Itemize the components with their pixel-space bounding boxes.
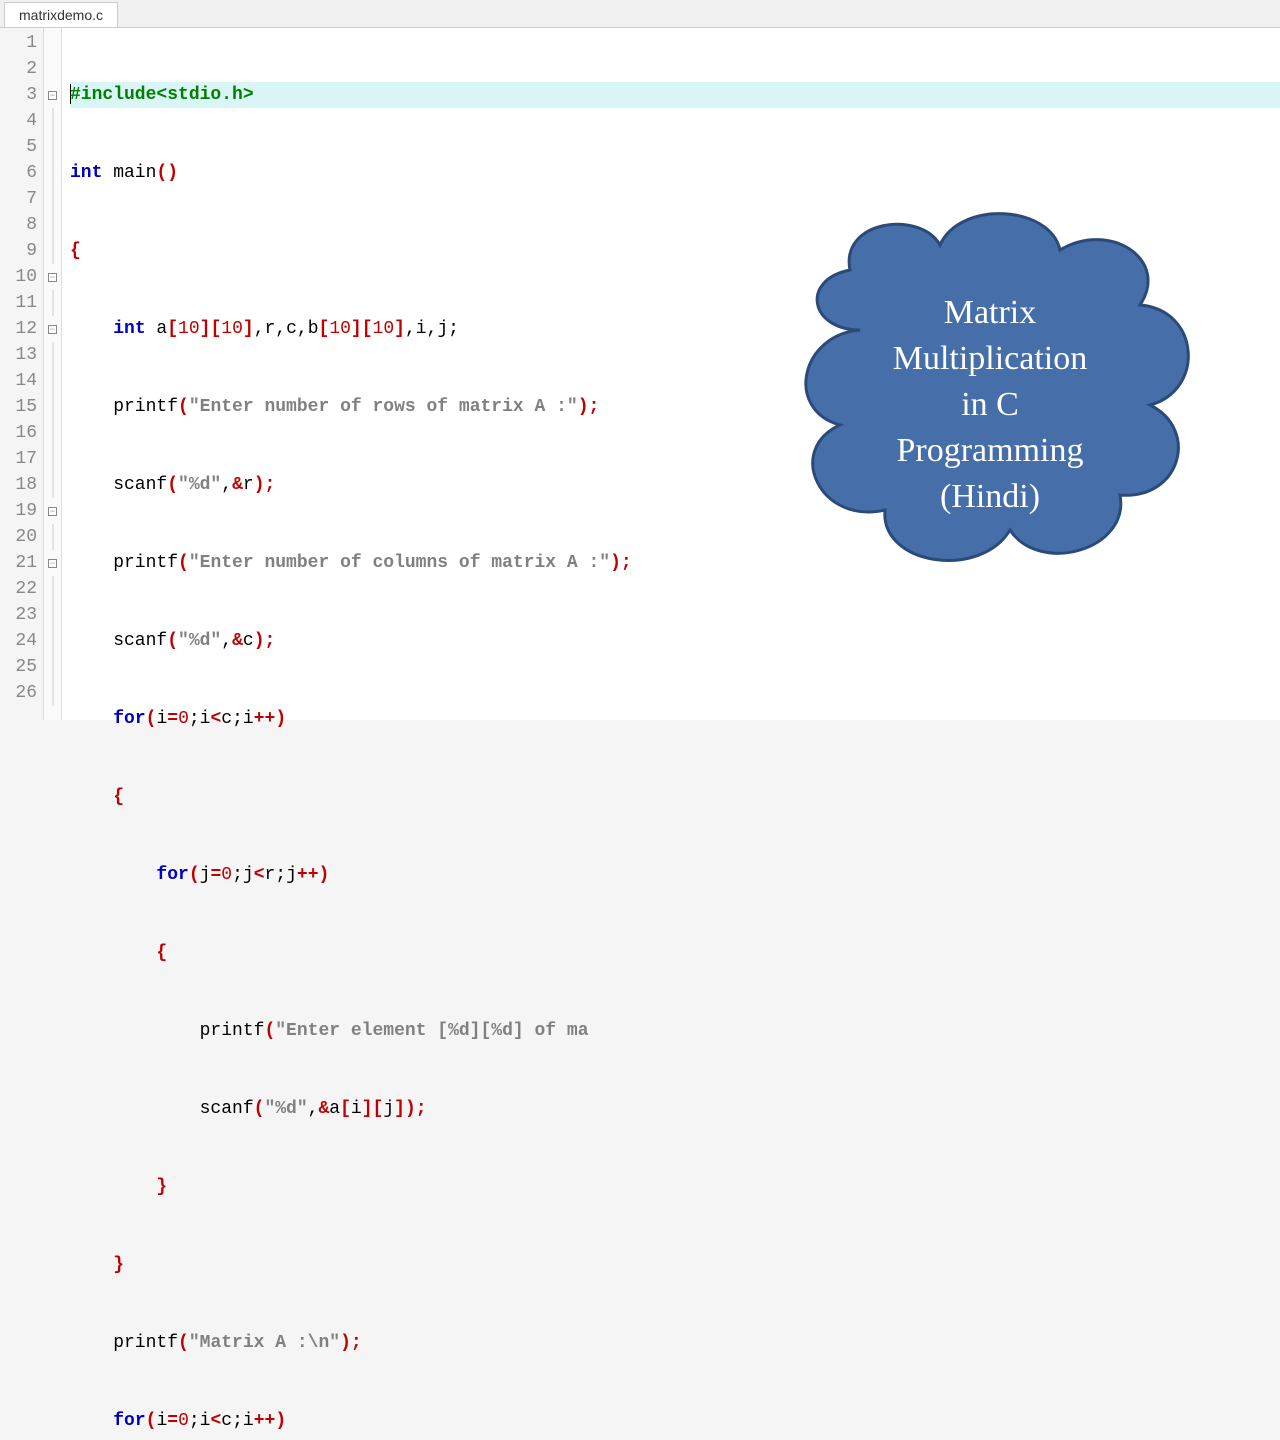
code-line[interactable]: scanf("%d",&r); bbox=[70, 472, 1280, 498]
fold-guide bbox=[44, 290, 61, 316]
line-number: 17 bbox=[0, 446, 43, 472]
fold-guide bbox=[44, 368, 61, 394]
code-line[interactable]: for(i=0;i<c;i++) bbox=[70, 1408, 1280, 1434]
line-number: 11 bbox=[0, 290, 43, 316]
line-number: 4 bbox=[0, 108, 43, 134]
line-number: 2 bbox=[0, 56, 43, 82]
fold-guide bbox=[44, 680, 61, 706]
tab-bar: matrixdemo.c bbox=[0, 0, 1280, 28]
code-line[interactable]: scanf("%d",&a[i][j]); bbox=[70, 1096, 1280, 1122]
line-number: 7 bbox=[0, 186, 43, 212]
fold-guide bbox=[44, 472, 61, 498]
code-line[interactable]: printf("Enter number of columns of matri… bbox=[70, 550, 1280, 576]
line-number: 24 bbox=[0, 628, 43, 654]
line-number: 20 bbox=[0, 524, 43, 550]
fold-guide bbox=[44, 446, 61, 472]
fold-column: − − − − − bbox=[44, 28, 62, 720]
code-line[interactable]: for(j=0;j<r;j++) bbox=[70, 862, 1280, 888]
code-area[interactable]: #include<stdio.h> int main() { int a[10]… bbox=[62, 28, 1280, 720]
fold-guide bbox=[44, 654, 61, 680]
code-line[interactable]: printf("Enter number of rows of matrix A… bbox=[70, 394, 1280, 420]
fold-guide bbox=[44, 342, 61, 368]
fold-guide bbox=[44, 394, 61, 420]
fold-guide bbox=[44, 186, 61, 212]
code-editor[interactable]: 1234567891011121314151617181920212223242… bbox=[0, 28, 1280, 720]
fold-guide bbox=[44, 576, 61, 602]
code-line[interactable]: { bbox=[70, 940, 1280, 966]
line-number: 14 bbox=[0, 368, 43, 394]
line-number: 13 bbox=[0, 342, 43, 368]
line-number: 15 bbox=[0, 394, 43, 420]
fold-guide bbox=[44, 524, 61, 550]
fold-toggle-icon[interactable]: − bbox=[44, 264, 61, 290]
line-number: 1 bbox=[0, 30, 43, 56]
line-number: 8 bbox=[0, 212, 43, 238]
fold-toggle-icon[interactable]: − bbox=[44, 550, 61, 576]
fold-toggle-icon[interactable]: − bbox=[44, 498, 61, 524]
code-line[interactable]: } bbox=[70, 1252, 1280, 1278]
fold-guide bbox=[44, 238, 61, 264]
fold-guide bbox=[44, 134, 61, 160]
fold-toggle-icon[interactable]: − bbox=[44, 316, 61, 342]
code-line[interactable]: for(i=0;i<c;i++) bbox=[70, 706, 1280, 732]
code-line[interactable]: scanf("%d",&c); bbox=[70, 628, 1280, 654]
fold-empty bbox=[44, 56, 61, 82]
line-number: 16 bbox=[0, 420, 43, 446]
line-number: 23 bbox=[0, 602, 43, 628]
line-number: 21 bbox=[0, 550, 43, 576]
fold-guide bbox=[44, 160, 61, 186]
line-number: 19 bbox=[0, 498, 43, 524]
code-line[interactable]: #include<stdio.h> bbox=[70, 82, 1280, 108]
line-number: 6 bbox=[0, 160, 43, 186]
line-number: 22 bbox=[0, 576, 43, 602]
line-number: 5 bbox=[0, 134, 43, 160]
line-number: 25 bbox=[0, 654, 43, 680]
code-line[interactable]: int main() bbox=[70, 160, 1280, 186]
fold-guide bbox=[44, 108, 61, 134]
line-number-gutter: 1234567891011121314151617181920212223242… bbox=[0, 28, 44, 720]
fold-guide bbox=[44, 420, 61, 446]
fold-empty bbox=[44, 30, 61, 56]
code-line[interactable]: { bbox=[70, 784, 1280, 810]
fold-guide bbox=[44, 602, 61, 628]
code-line[interactable]: printf("Enter element [%d][%d] of ma bbox=[70, 1018, 1280, 1044]
fold-guide bbox=[44, 628, 61, 654]
line-number: 9 bbox=[0, 238, 43, 264]
line-number: 10 bbox=[0, 264, 43, 290]
line-number: 18 bbox=[0, 472, 43, 498]
code-line[interactable]: } bbox=[70, 1174, 1280, 1200]
fold-toggle-icon[interactable]: − bbox=[44, 82, 61, 108]
code-line[interactable]: printf("Matrix A :\n"); bbox=[70, 1330, 1280, 1356]
line-number: 3 bbox=[0, 82, 43, 108]
fold-guide bbox=[44, 212, 61, 238]
line-number: 12 bbox=[0, 316, 43, 342]
code-line[interactable]: int a[10][10],r,c,b[10][10],i,j; bbox=[70, 316, 1280, 342]
file-tab[interactable]: matrixdemo.c bbox=[4, 2, 118, 27]
code-line[interactable]: { bbox=[70, 238, 1280, 264]
line-number: 26 bbox=[0, 680, 43, 706]
